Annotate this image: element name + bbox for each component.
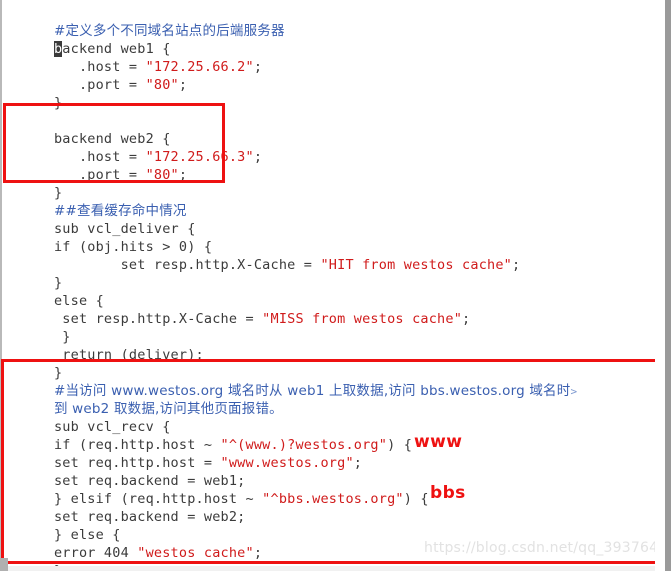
watermark-text: https://blog.csdn.net/qq_39376481	[424, 540, 671, 556]
code-line[interactable]: if (obj.hits > 0) {	[4, 220, 212, 255]
editor-right-gap	[655, 0, 665, 571]
code-line[interactable]: return (deliver);	[4, 328, 204, 363]
code-line[interactable]: }	[4, 346, 62, 381]
editor-left-rule	[0, 0, 2, 571]
code-text-tail: ;	[178, 167, 188, 183]
code-line[interactable]: #当访问 www.westos.org 域名时从 web1 上取数据,访问 bb…	[4, 364, 577, 399]
code-line[interactable]: ##查看缓存命中情况	[4, 184, 187, 219]
line-wrap-marker-icon: >	[570, 385, 578, 398]
code-text-tail: ;	[353, 455, 363, 471]
code-line[interactable]: set req.backend = web1;	[4, 454, 246, 489]
code-line[interactable]: #定义多个不同域名站点的后端服务器	[4, 4, 285, 39]
code-line[interactable]: .port = "80";	[4, 58, 187, 93]
code-line[interactable]: }	[4, 166, 62, 201]
code-line[interactable]: sub vcl_recv {	[4, 400, 171, 435]
code-line[interactable]: .port = "80";	[4, 148, 187, 183]
code-text-tail: ) {	[403, 491, 429, 507]
code-line[interactable]: .host = "172.25.66.3";	[4, 130, 262, 165]
code-line[interactable]: error 404 "westos cache";	[4, 526, 262, 561]
code-string: "westos cache"	[137, 545, 254, 561]
annotation-label-www: www	[414, 432, 463, 452]
code-line[interactable]: } elsif (req.http.host ~ "^bbs.westos.or…	[4, 472, 429, 507]
code-text-tail: ;	[512, 257, 521, 273]
code-line[interactable]: .host = "172.25.66.2";	[4, 40, 262, 75]
code-text: return (deliver);	[53, 347, 204, 363]
code-string: "80"	[145, 167, 179, 183]
code-string: "HIT from westos cache"	[320, 257, 513, 273]
code-line[interactable]: else {	[4, 274, 104, 309]
code-text: }	[53, 95, 63, 111]
code-string: "80"	[145, 77, 179, 93]
code-text: set resp.http.X-Cache =	[53, 311, 263, 327]
screenshot-root: #定义多个不同域名站点的后端服务器 backend web1 { .host =…	[0, 0, 671, 571]
code-line[interactable]: set resp.http.X-Cache = "MISS from westo…	[4, 292, 470, 327]
code-line[interactable]: backend web1 {	[4, 22, 171, 57]
code-line[interactable]: 到 web2 取数据,访问其他页面报错。	[4, 382, 283, 417]
code-line[interactable]	[4, 94, 54, 112]
code-line[interactable]: if (req.http.host ~ "^(www.)?westos.org"…	[4, 418, 412, 453]
code-text-tail: ) {	[387, 437, 413, 453]
code-text: .port =	[53, 167, 146, 183]
code-text-tail: ;	[462, 311, 471, 327]
code-string: "MISS from westos cache"	[262, 311, 463, 327]
code-line[interactable]: sub vcl_deliver {	[4, 202, 196, 237]
code-line[interactable]: set req.http.host = "www.westos.org";	[4, 436, 362, 471]
code-text-tail: ;	[253, 545, 263, 561]
code-text: .port =	[53, 77, 146, 93]
code-text-tail: ;	[178, 77, 188, 93]
code-line[interactable]: }	[4, 76, 62, 111]
code-line[interactable]: } else {	[4, 508, 121, 543]
annotation-label-bbs: bbs	[430, 483, 466, 503]
window-bottom-left-corner	[0, 558, 8, 571]
code-editor-area[interactable]: #定义多个不同域名站点的后端服务器 backend web1 { .host =…	[4, 0, 664, 571]
code-line[interactable]: }	[4, 544, 62, 571]
code-line[interactable]: }	[4, 256, 62, 291]
code-text-tail: ;	[253, 149, 263, 165]
code-line[interactable]: }	[4, 310, 71, 345]
code-line[interactable]: set resp.http.X-Cache = "HIT from westos…	[4, 238, 521, 273]
code-text-tail: ;	[253, 59, 263, 75]
code-text: set resp.http.X-Cache =	[53, 257, 321, 273]
code-line[interactable]: backend web2 {	[4, 112, 171, 147]
code-line[interactable]: set req.backend = web2;	[4, 490, 246, 525]
code-string: "^bbs.westos.org"	[262, 491, 404, 507]
vertical-scrollbar[interactable]	[665, 0, 671, 571]
window-bottom-edge	[0, 566, 671, 571]
code-text: error 404	[53, 545, 138, 561]
